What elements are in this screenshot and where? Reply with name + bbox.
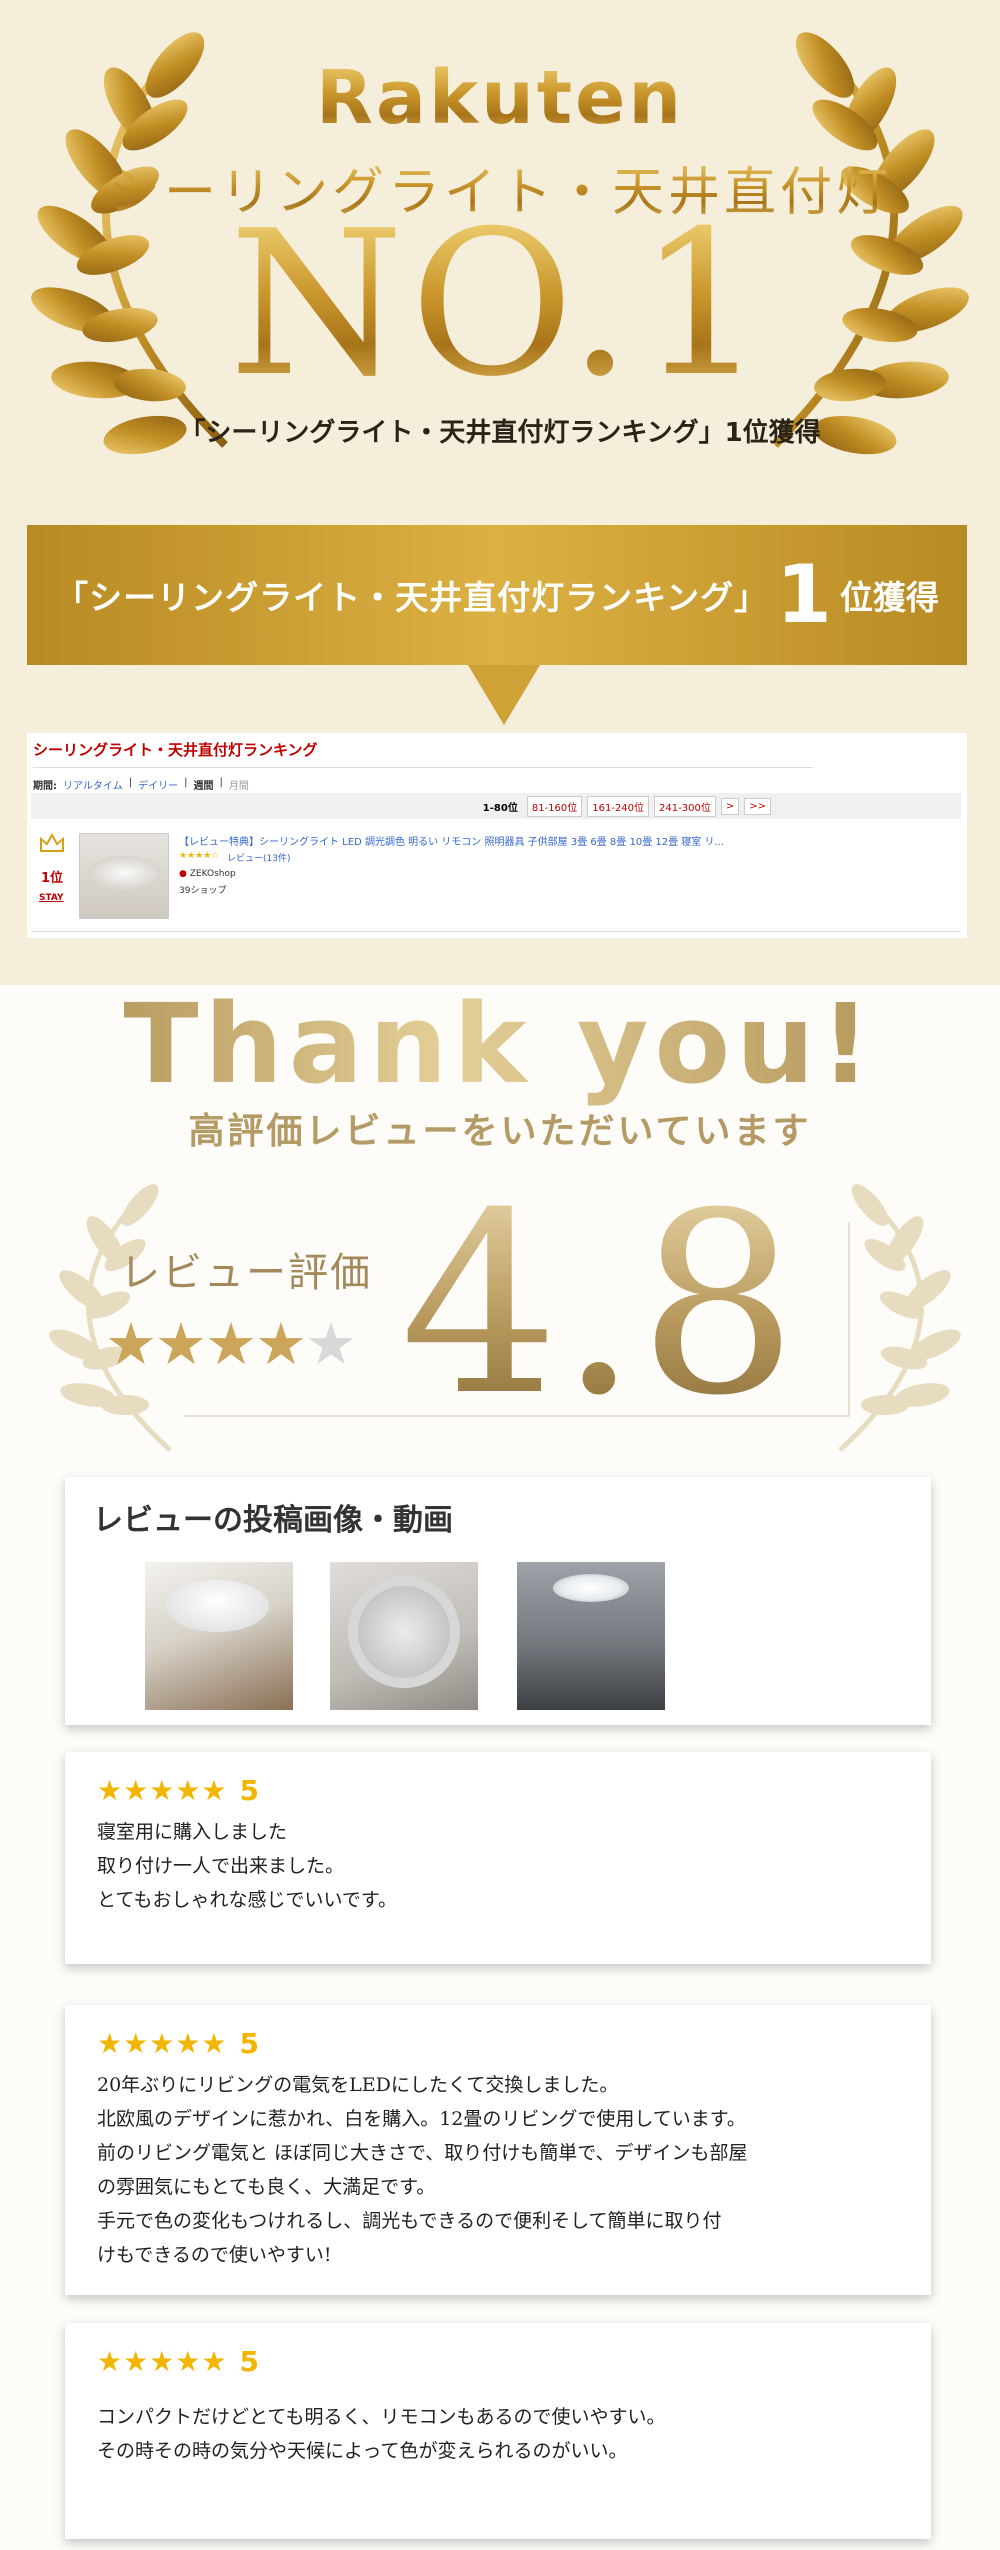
thanks-subtitle: 高評価レビューをいただいています xyxy=(188,1111,812,1152)
review-card: ★★★★★ 5 コンパクトだけどとても明るく、リモコンもあるので使いやすい。 そ… xyxy=(65,2323,931,2539)
page-1-80[interactable]: 1-80位 xyxy=(479,797,522,816)
review-stars: ★★★★★ xyxy=(97,2027,228,2060)
period-monthly[interactable]: 月間 xyxy=(229,777,249,792)
rank-no1: NO.1 xyxy=(0,205,1000,405)
rating-stars-empty: ★ xyxy=(304,1310,357,1378)
page-161-240[interactable]: 161-240位 xyxy=(587,795,650,817)
page-241-300[interactable]: 241-300位 xyxy=(654,795,716,817)
pagination: 1-80位 81-160位 161-240位 241-300位 > >> xyxy=(31,793,961,819)
rating-score: 4.8 xyxy=(400,1159,798,1450)
banner-pointer xyxy=(468,665,540,725)
banner-prefix: 「シーリングライト・天井直付灯ランキング」 xyxy=(55,578,769,617)
period-selector: 期間: リアルタイム | デイリー | 週間 | 月間 xyxy=(33,777,249,792)
page-81-160[interactable]: 81-160位 xyxy=(526,795,583,817)
banner-number: 1 xyxy=(776,548,832,641)
review-card: ★★★★★ 5 寝室用に購入しました 取り付け一人で出来ました。 とてもおしゃれ… xyxy=(65,1752,931,1964)
review-card: ★★★★★ 5 20年ぶりにリビングの電気をLEDにしたくて交換しました。 北欧… xyxy=(65,2005,931,2295)
product-image[interactable] xyxy=(79,833,169,919)
rating-label: レビュー評価 xyxy=(120,1250,372,1296)
rank-position: 1位 xyxy=(41,871,64,886)
review-text: 20年ぶりにリビングの電気をLEDにしたくて交換しました。 北欧風のデザインに惹… xyxy=(97,2074,748,2266)
product-rating-stars: ★★★★☆ xyxy=(179,851,220,861)
ranking-title: シーリングライト・天井直付灯ランキング xyxy=(33,741,318,759)
review-score: 5 xyxy=(239,2345,259,2378)
ranking-caption: 「シーリングライト・天井直付灯ランキング」1位獲得 xyxy=(179,418,821,448)
review-photo[interactable] xyxy=(330,1562,478,1710)
divider xyxy=(33,767,813,768)
banner-suffix: 位獲得 xyxy=(839,578,939,617)
shop-name[interactable]: ● ZEKOshop xyxy=(179,869,236,879)
review-text: コンパクトだけどとても明るく、リモコンもあるので使いやすい。 その時その時の気分… xyxy=(97,2406,666,2462)
page-next-button[interactable]: > xyxy=(720,797,740,815)
review-photo[interactable] xyxy=(517,1562,665,1710)
shipping-label: 39ショップ xyxy=(179,886,227,896)
thanks-title: Thank you! xyxy=(0,980,1000,1108)
divider xyxy=(31,931,961,932)
review-score: 5 xyxy=(239,2027,259,2060)
ranking-banner: 「シーリングライト・天井直付灯ランキング」 1 位獲得 xyxy=(27,525,967,665)
ranking-hero: Rakuten シーリングライト・天井直付灯 NO.1 「シーリングライト・天井… xyxy=(0,0,1000,985)
rating-stars: ★★★★★ xyxy=(105,1310,357,1378)
period-weekly[interactable]: 週間 xyxy=(193,777,213,792)
period-daily[interactable]: デイリー xyxy=(138,777,178,792)
review-photos-title: レビューの投稿画像・動画 xyxy=(93,1503,453,1538)
review-stars: ★★★★★ xyxy=(97,2345,228,2378)
product-review-count[interactable]: レビュー(13件) xyxy=(227,851,290,864)
shop-icon: ● xyxy=(179,869,187,879)
rating-stars-full: ★★★★ xyxy=(105,1310,307,1378)
rank-stay-badge: STAY xyxy=(39,893,64,903)
period-realtime[interactable]: リアルタイム xyxy=(63,777,123,792)
shop-name-text: ZEKOshop xyxy=(189,869,236,879)
crown-icon xyxy=(40,833,64,852)
review-photos-card: レビューの投稿画像・動画 xyxy=(65,1477,931,1725)
review-score: 5 xyxy=(239,1774,259,1807)
product-name-link[interactable]: 【レビュー特典】シーリングライト LED 調光調色 明るい リモコン 照明器具 … xyxy=(179,833,724,848)
brand-title: Rakuten xyxy=(0,55,1000,141)
review-photo[interactable] xyxy=(145,1562,293,1710)
review-stars: ★★★★★ xyxy=(97,1774,228,1807)
ranking-screenshot: シーリングライト・天井直付灯ランキング 期間: リアルタイム | デイリー | 週間… xyxy=(27,733,967,938)
review-text: 寝室用に購入しました 取り付け一人で出来ました。 とてもおしゃれな感じでいいです… xyxy=(97,1821,398,1911)
period-label: 期間: xyxy=(33,781,57,792)
page-last-button[interactable]: >> xyxy=(744,797,771,815)
